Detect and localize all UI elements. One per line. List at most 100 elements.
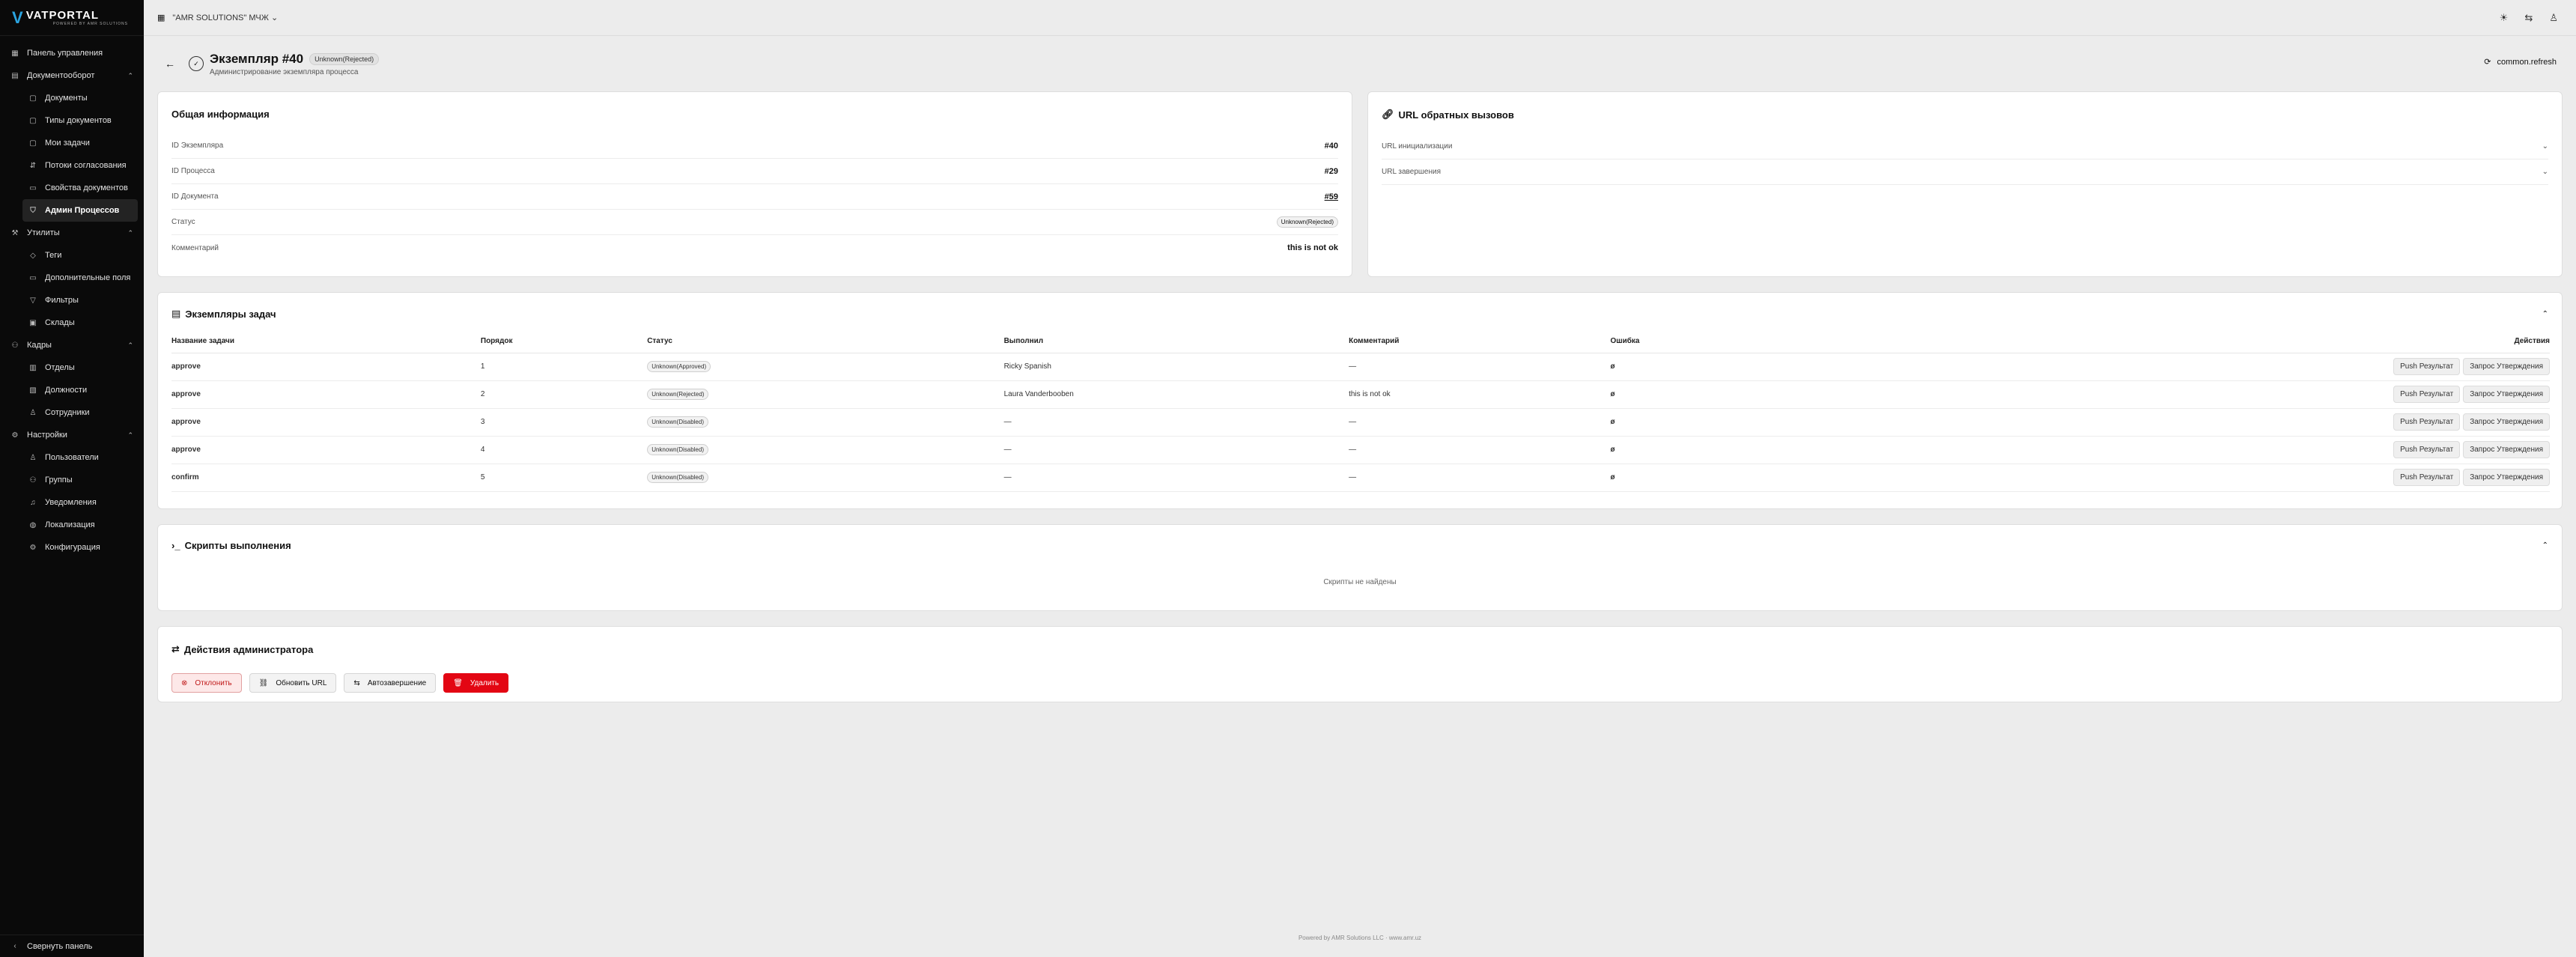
admin-actions-card: ⇄ Действия администратора ⊗ Отклонить ⛓︎…: [157, 626, 2563, 702]
sidebar-item[interactable]: ⚇ Группы: [0, 469, 144, 491]
back-button[interactable]: ←: [165, 58, 180, 70]
sidebar-item-label: Свойства документов: [45, 183, 128, 192]
collapse-sidebar-button[interactable]: ‹ Свернуть панель: [0, 935, 144, 957]
shield-icon: ✓: [189, 56, 204, 71]
info-value: #40: [1324, 141, 1338, 151]
sidebar-item[interactable]: ⚙ Конфигурация: [0, 536, 144, 559]
sidebar-item[interactable]: ▽ Фильтры: [0, 289, 144, 312]
sidebar-item[interactable]: ▦ Панель управления: [0, 42, 144, 64]
sidebar-item-label: Мои задачи: [45, 139, 90, 148]
request-approval-button[interactable]: Запрос Утверждения: [2463, 469, 2550, 486]
chevron-up-icon[interactable]: ⌃: [2542, 541, 2548, 550]
footer: Powered by AMR Solutions LLC · www.amr.u…: [1298, 935, 1422, 941]
page-header: ← ✓ Экземпляр #40 Unknown(Rejected) Адми…: [157, 36, 2563, 91]
sidebar-item[interactable]: ◍ Локализация: [0, 514, 144, 536]
column-header: Действия: [1848, 330, 2550, 353]
callback-url-label: URL завершения: [1382, 168, 1441, 176]
task-error: ø: [1610, 446, 1615, 454]
task-instances-card: ▤ Экземпляры задач ⌃ Название задачи Поря…: [157, 292, 2563, 509]
request-approval-button[interactable]: Запрос Утверждения: [2463, 358, 2550, 375]
refresh-button[interactable]: ⟳ common.refresh: [2484, 57, 2557, 67]
general-info-card: Общая информация ID Экземпляра #40 ID Проц…: [157, 91, 1352, 277]
sidebar-item[interactable]: ⚒ Утилиты ⌃: [0, 222, 144, 244]
request-approval-button[interactable]: Запрос Утверждения: [2463, 413, 2550, 431]
task-executor: Ricky Spanish: [1003, 362, 1051, 371]
org-selector[interactable]: "AMR SOLUTIONS" МЧЖ ⌄: [172, 13, 278, 22]
sidebar-item[interactable]: ⛉ Админ Процессов: [22, 199, 138, 222]
page-subtitle: Администрирование экземпляра процесса: [210, 67, 359, 76]
table-row: approve 3 Unknown(Disabled) — — ø Push Результ…: [171, 408, 2550, 437]
task-name: approve: [171, 362, 201, 371]
task-status-badge: Unknown(Rejected): [647, 389, 709, 400]
page-title: Экземпляр #40: [210, 51, 304, 66]
sidebar-item[interactable]: ▣ Склады: [0, 312, 144, 334]
sidebar-item[interactable]: ▭ Дополнительные поля: [0, 267, 144, 289]
sidebar-item[interactable]: ▥ Отделы: [0, 356, 144, 379]
wrench-icon: ⚒: [11, 228, 19, 237]
sidebar-item[interactable]: ◇ Теги: [0, 244, 144, 267]
callback-url-row[interactable]: URL инициализации ⌄: [1382, 134, 2548, 160]
logo[interactable]: V VATPORTAL POWERED BY AMR SOLUTIONS: [0, 0, 144, 36]
sidebar-item[interactable]: ▢ Типы документов: [0, 109, 144, 132]
sidebar-item[interactable]: ♙ Сотрудники: [0, 401, 144, 424]
task-status-badge: Unknown(Disabled): [647, 416, 708, 428]
sidebar-item-label: Админ Процессов: [45, 206, 120, 215]
sidebar-item-label: Документооборот: [27, 71, 95, 80]
sidebar: V VATPORTAL POWERED BY AMR SOLUTIONS ▦ Па…: [0, 0, 144, 957]
sidebar-item[interactable]: ♙ Пользователи: [0, 446, 144, 469]
column-header: Выполнил: [1003, 330, 1349, 353]
chevron-down-icon: ⌄: [2542, 142, 2548, 151]
sidebar-item[interactable]: ▭ Свойства документов: [0, 177, 144, 199]
theme-toggle-icon[interactable]: ☀: [2500, 12, 2509, 24]
logo-mark: V: [12, 7, 23, 27]
document-link[interactable]: #59: [1325, 192, 1338, 201]
sidebar-item-label: Локализация: [45, 520, 95, 529]
info-row: Статус Unknown(Rejected): [171, 210, 1338, 235]
scripts-empty-state: Скрипты не найдены: [1323, 578, 1397, 586]
push-result-button[interactable]: Push Результат: [2393, 413, 2461, 431]
table-row: approve 1 Unknown(Approved) Ricky Spanish — ø…: [171, 353, 2550, 381]
push-result-button[interactable]: Push Результат: [2393, 469, 2461, 486]
reject-button[interactable]: ⊗ Отклонить: [171, 673, 242, 693]
info-value: this is not ok: [1287, 243, 1338, 252]
user-icon: ♙: [29, 408, 37, 417]
sidebar-item[interactable]: ▢ Документы: [0, 87, 144, 109]
task-instances-table: Название задачи Порядок Статус Выполнил Комм…: [171, 330, 2550, 492]
refresh-icon: ⟳: [2484, 58, 2491, 67]
task-error: ø: [1610, 473, 1615, 481]
user-menu-icon[interactable]: ♙: [2549, 12, 2558, 24]
tag-icon: ◇: [30, 251, 36, 260]
swap-icon: ⇆: [353, 678, 360, 687]
task-executor: —: [1003, 446, 1012, 454]
sidebar-item-label: Панель управления: [27, 49, 103, 58]
sidebar-item[interactable]: ⚇ Кадры ⌃: [0, 334, 144, 356]
delete-button[interactable]: 🗑︎ Удалить: [443, 673, 509, 693]
language-icon[interactable]: ⇆: [2524, 12, 2533, 24]
push-result-button[interactable]: Push Результат: [2393, 386, 2461, 403]
general-info-title: Общая информация: [171, 109, 270, 120]
swap-icon: ⇄: [171, 643, 180, 654]
task-status-badge: Unknown(Disabled): [647, 444, 708, 455]
bell-icon: ♫: [30, 498, 36, 507]
update-url-button[interactable]: ⛓︎ Обновить URL: [249, 673, 337, 693]
request-approval-button[interactable]: Запрос Утверждения: [2463, 386, 2550, 403]
sidebar-item[interactable]: ♫ Уведомления: [0, 491, 144, 514]
sidebar-item[interactable]: ▧ Должности: [0, 379, 144, 401]
scripts-card: ›_ Скрипты выполнения ⌃ Скрипты не найде…: [157, 524, 2563, 611]
logo-title: VATPORTAL: [25, 9, 100, 22]
sidebar-item[interactable]: ⇵ Потоки согласования: [0, 154, 144, 177]
sidebar-item[interactable]: ▢ Мои задачи: [0, 132, 144, 154]
auto-complete-button[interactable]: ⇆ Автозавершение: [344, 673, 437, 693]
push-result-button[interactable]: Push Результат: [2393, 358, 2461, 375]
chevron-up-icon[interactable]: ⌃: [2542, 310, 2548, 318]
callback-url-row[interactable]: URL завершения ⌄: [1382, 160, 2548, 185]
sidebar-item[interactable]: ⚙ Настройки ⌃: [0, 424, 144, 446]
request-approval-button[interactable]: Запрос Утверждения: [2463, 441, 2550, 458]
info-row: ID Документа #59: [171, 184, 1338, 210]
main-content: ← ✓ Экземпляр #40 Unknown(Rejected) Адми…: [157, 36, 2563, 702]
sidebar-item[interactable]: ▤ Документооборот ⌃: [0, 64, 144, 87]
sidebar-item-label: Пользователи: [45, 453, 99, 462]
gear-icon: ⚙: [11, 431, 19, 440]
push-result-button[interactable]: Push Результат: [2393, 441, 2461, 458]
admin-actions-title: Действия администратора: [183, 643, 314, 655]
